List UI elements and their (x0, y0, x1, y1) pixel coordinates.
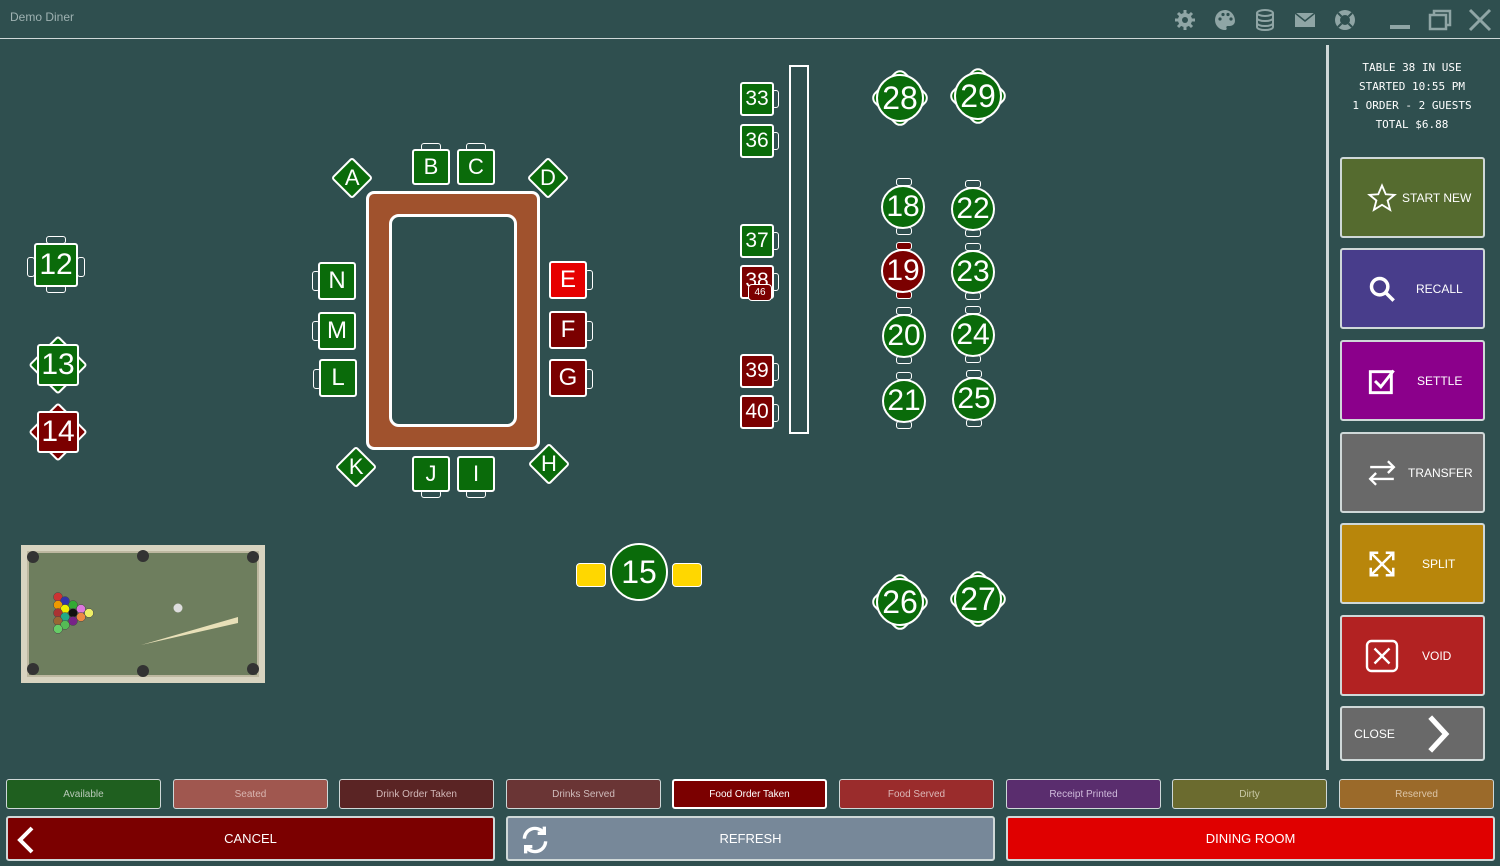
mail-icon[interactable] (1291, 6, 1319, 34)
transfer-button[interactable]: TRANSFER (1340, 432, 1485, 513)
split-icon (1356, 549, 1408, 579)
void-icon (1356, 638, 1408, 674)
lifebuoy-icon[interactable] (1331, 6, 1359, 34)
search-icon (1356, 275, 1408, 303)
close-button[interactable]: CLOSE (1340, 706, 1485, 761)
table-L[interactable]: L (319, 359, 357, 397)
split-label: SPLIT (1422, 556, 1456, 571)
recall-label: RECALL (1416, 281, 1463, 296)
table-37[interactable]: 37 (740, 224, 774, 258)
legend-food-order-taken[interactable]: Food Order Taken (672, 779, 827, 809)
table-26[interactable]: 26 (876, 578, 924, 626)
table-G[interactable]: G (549, 359, 587, 397)
void-label: VOID (1422, 648, 1452, 663)
chevron-left-icon (16, 826, 36, 857)
app-title: Demo Diner (10, 10, 75, 24)
table-N[interactable]: N (318, 262, 356, 300)
table-19[interactable]: 19 (881, 249, 925, 293)
table-39[interactable]: 39 (740, 354, 774, 388)
table-J[interactable]: J (412, 456, 450, 492)
table-18[interactable]: 18 (881, 185, 925, 229)
table-K[interactable]: K (334, 445, 378, 489)
start-new-button[interactable]: START NEW (1340, 157, 1485, 238)
legend-reserved[interactable]: Reserved (1339, 779, 1494, 809)
table-14[interactable]: 14 (37, 411, 79, 453)
database-icon[interactable] (1251, 6, 1279, 34)
table-36[interactable]: 36 (740, 124, 774, 158)
legend-drinks-served[interactable]: Drinks Served (506, 779, 661, 809)
info-started: STARTED 10:55 PM (1359, 80, 1465, 93)
legend-dirty[interactable]: Dirty (1172, 779, 1327, 809)
table-29[interactable]: 29 (954, 72, 1002, 120)
refresh-icon (518, 824, 552, 859)
cancel-label: CANCEL (224, 831, 277, 846)
table-27[interactable]: 27 (954, 575, 1002, 623)
minimize-icon[interactable] (1386, 6, 1414, 34)
chair (77, 257, 85, 277)
palette-icon[interactable] (1211, 6, 1239, 34)
info-status: TABLE 38 IN USE (1362, 61, 1462, 74)
chair (576, 563, 606, 587)
refresh-label: REFRESH (719, 831, 782, 846)
table-21[interactable]: 21 (882, 379, 926, 423)
table-33[interactable]: 33 (740, 82, 774, 116)
settle-button[interactable]: SETTLE (1340, 340, 1485, 421)
table-info: TABLE 38 IN USE STARTED 10:55 PM 1 ORDER… (1336, 58, 1488, 134)
start-new-label: START NEW (1402, 190, 1472, 205)
recall-button[interactable]: RECALL (1340, 248, 1485, 329)
table-38-guest-badge: 46 (748, 284, 772, 301)
legend-seated[interactable]: Seated (173, 779, 328, 809)
table-24[interactable]: 24 (951, 313, 995, 357)
legend-food-served[interactable]: Food Served (839, 779, 994, 809)
legend-receipt-printed[interactable]: Receipt Printed (1006, 779, 1161, 809)
gear-icon[interactable] (1171, 6, 1199, 34)
cancel-button[interactable]: CANCEL (6, 816, 495, 861)
table-20[interactable]: 20 (882, 314, 926, 358)
refresh-button[interactable]: REFRESH (506, 816, 995, 861)
dining-room-button[interactable]: DINING ROOM (1006, 816, 1495, 861)
table-C[interactable]: C (457, 149, 495, 185)
table-A[interactable]: A (330, 156, 374, 200)
table-22[interactable]: 22 (951, 187, 995, 231)
table-F[interactable]: F (549, 311, 587, 349)
dining-floor: A D K H B C J I N M L E F G 12 13 14 15 … (0, 39, 1325, 774)
star-icon (1356, 182, 1408, 213)
close-icon[interactable] (1466, 6, 1494, 34)
maximize-icon[interactable] (1426, 6, 1454, 34)
pool-table (21, 545, 265, 683)
bar-counter (366, 191, 540, 450)
bar-counter-inner (389, 214, 517, 427)
legend-drink-order-taken[interactable]: Drink Order Taken (339, 779, 494, 809)
table-23[interactable]: 23 (951, 250, 995, 294)
table-12[interactable]: 12 (34, 243, 78, 287)
close-label: CLOSE (1354, 726, 1395, 741)
split-button[interactable]: SPLIT (1340, 523, 1485, 604)
transfer-label: TRANSFER (1408, 465, 1473, 480)
table-I[interactable]: I (457, 456, 495, 492)
bar-rail (789, 65, 809, 434)
table-15[interactable]: 15 (610, 543, 668, 601)
table-E[interactable]: E (549, 261, 587, 299)
info-total: TOTAL $6.88 (1375, 118, 1449, 131)
checkbox-icon (1356, 367, 1408, 395)
void-button[interactable]: VOID (1340, 615, 1485, 696)
table-28[interactable]: 28 (876, 74, 924, 122)
pool-balls (27, 550, 259, 677)
table-M[interactable]: M (318, 312, 356, 350)
settle-label: SETTLE (1417, 373, 1463, 388)
legend-available[interactable]: Available (6, 779, 161, 809)
panel-divider (1326, 45, 1329, 770)
chevron-right-icon (1425, 714, 1451, 754)
table-B[interactable]: B (412, 149, 450, 185)
transfer-icon (1356, 459, 1408, 486)
title-bar: Demo Diner (0, 0, 1500, 39)
table-40[interactable]: 40 (740, 395, 774, 429)
chair (672, 563, 702, 587)
table-13[interactable]: 13 (37, 344, 79, 386)
info-orders: 1 ORDER - 2 GUESTS (1352, 99, 1472, 112)
table-25[interactable]: 25 (952, 377, 996, 421)
dining-room-label: DINING ROOM (1205, 831, 1296, 846)
